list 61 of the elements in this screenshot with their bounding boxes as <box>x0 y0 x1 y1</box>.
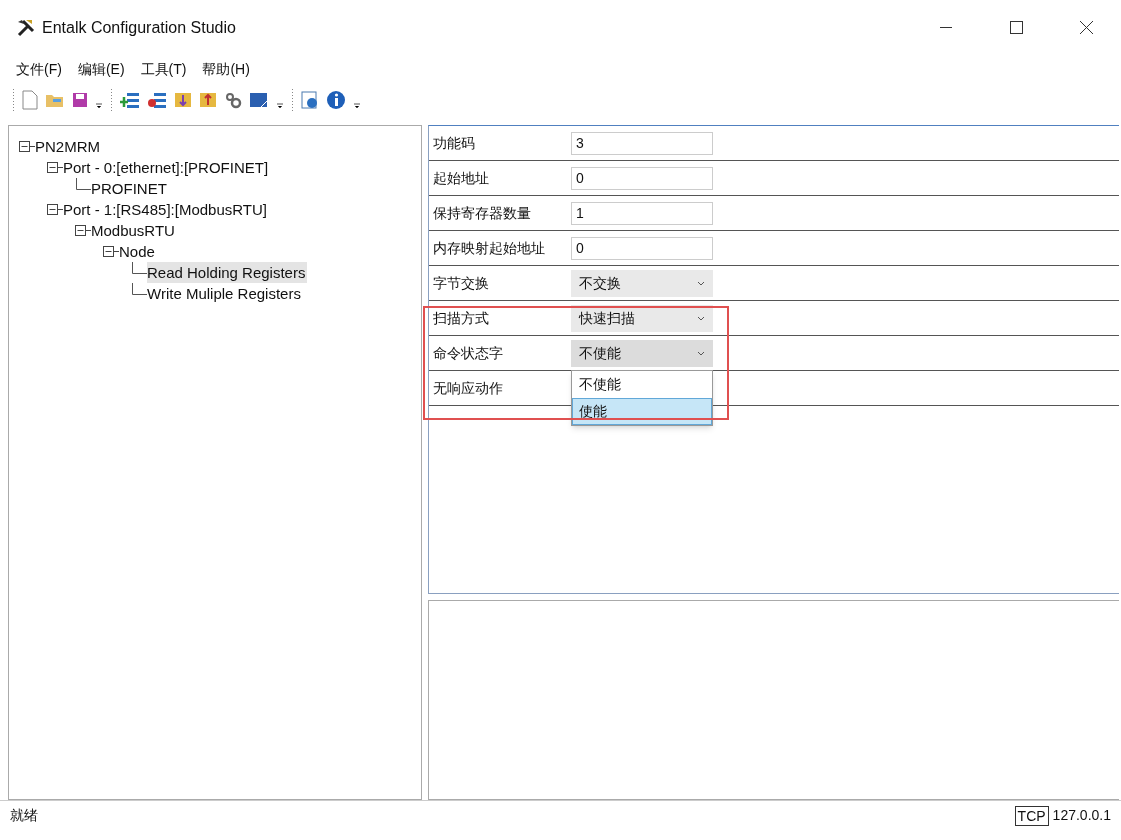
toolbar-grip <box>291 89 294 111</box>
move-up-icon[interactable] <box>199 91 217 109</box>
toolbar-grip <box>12 89 15 111</box>
chevron-down-icon <box>697 350 705 356</box>
tree-item[interactable]: Port - 1:[RS485]:[ModbusRTU] <box>63 199 269 220</box>
chevron-down-icon <box>697 315 705 321</box>
tree-item[interactable]: Read Holding Registers <box>147 262 308 283</box>
minimize-icon <box>940 26 952 29</box>
tree-item[interactable]: ModbusRTU <box>91 220 177 241</box>
panel-icon[interactable] <box>249 91 269 109</box>
property-label: 命令状态字 <box>432 343 504 363</box>
property-label: 无响应动作 <box>432 378 504 398</box>
collapse-icon[interactable] <box>19 141 35 152</box>
menu-item[interactable]: 工具(T) <box>140 58 187 80</box>
window-title: Entalk Configuration Studio <box>42 17 236 38</box>
tree-connector <box>131 262 147 274</box>
value-field[interactable]: 0 <box>571 166 713 190</box>
menu-item[interactable]: 帮助(H) <box>202 58 250 80</box>
remove-list-icon[interactable] <box>147 91 167 109</box>
collapse-icon[interactable] <box>75 225 91 236</box>
value-field[interactable]: 0 <box>571 236 713 260</box>
info-icon[interactable] <box>326 90 346 110</box>
value-field[interactable]: 3 <box>571 131 713 155</box>
tools-icon <box>16 17 36 38</box>
property-label: 字节交换 <box>432 273 490 293</box>
collapse-icon[interactable] <box>47 162 63 173</box>
tree-item[interactable]: Node <box>119 241 157 262</box>
dropdown[interactable]: 不使能 <box>571 339 713 367</box>
add-list-icon[interactable] <box>120 91 140 109</box>
move-down-icon[interactable] <box>174 91 192 109</box>
menu-item[interactable]: 文件(F) <box>16 58 62 80</box>
status-text: 就绪 <box>10 806 38 825</box>
help-document-icon[interactable] <box>301 91 319 109</box>
property-label: 保持寄存器数量 <box>432 203 532 223</box>
chevron-down-icon <box>697 280 705 286</box>
property-label: 功能码 <box>432 133 476 153</box>
property-label: 扫描方式 <box>432 308 490 328</box>
dropdown-option[interactable]: 不使能 <box>572 371 712 398</box>
menu-item[interactable]: 编辑(E) <box>77 58 125 80</box>
collapse-icon[interactable] <box>103 246 119 257</box>
property-label: 起始地址 <box>432 168 490 188</box>
toolbar-grip <box>110 89 113 111</box>
save-icon[interactable] <box>72 92 88 108</box>
tree-item[interactable]: Write Muliple Registers <box>147 283 303 304</box>
dropdown[interactable]: 快速扫描 <box>571 304 713 332</box>
collapse-icon[interactable] <box>47 204 63 215</box>
tree-connector <box>131 283 147 295</box>
maximize-icon <box>1009 21 1023 34</box>
dropdown[interactable]: 不交换 <box>571 269 713 297</box>
property-label: 内存映射起始地址 <box>432 238 546 258</box>
tree-item[interactable]: PROFINET <box>91 178 169 199</box>
gear-icon[interactable] <box>224 91 242 109</box>
close-icon <box>1079 21 1093 34</box>
protocol-label: TCP <box>1014 805 1049 826</box>
value-field[interactable]: 1 <box>571 201 713 225</box>
dropdown-option[interactable]: 使能 <box>572 398 712 425</box>
tree-connector <box>75 178 91 190</box>
address-text: 127.0.0.1 <box>1052 806 1111 825</box>
folder-icon[interactable] <box>45 92 65 108</box>
tree-item[interactable]: PN2MRM <box>35 136 102 157</box>
tree-item[interactable]: Port - 0:[ethernet]:[PROFINET] <box>63 157 271 178</box>
